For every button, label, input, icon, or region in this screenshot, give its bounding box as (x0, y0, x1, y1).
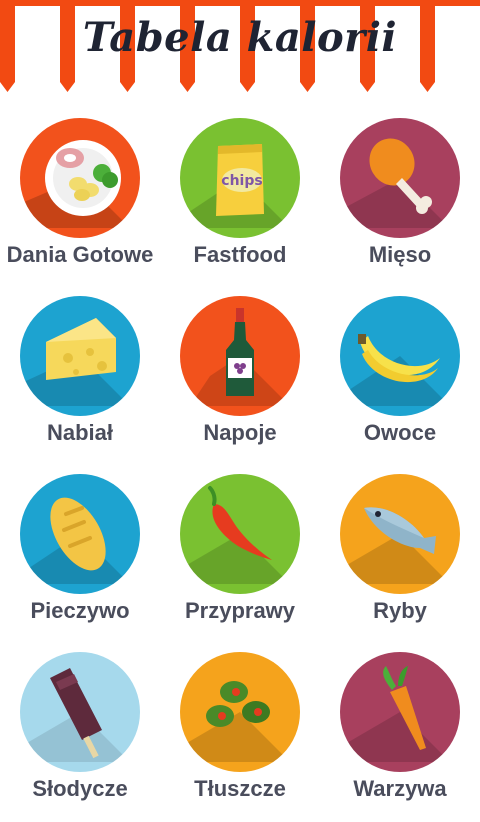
category-tile-owoce[interactable]: Owoce (320, 288, 480, 466)
category-tile-napoje[interactable]: Napoje (160, 288, 320, 466)
category-tile-przyprawy[interactable]: Przyprawy (160, 466, 320, 644)
carrot-icon (340, 666, 450, 762)
app-title: Tabela kalorii (82, 14, 398, 61)
category-circle (180, 474, 300, 594)
category-label: Fastfood (193, 242, 287, 267)
category-tile-tluszcze[interactable]: Tłuszcze (160, 644, 320, 822)
banana-icon (340, 334, 450, 406)
category-tile-slodycze[interactable]: Słodycze (0, 644, 160, 822)
plate-icon (20, 140, 130, 228)
cheese-icon (20, 318, 130, 406)
category-tile-warzywa[interactable]: Warzywa (320, 644, 480, 822)
category-label: Słodycze (32, 776, 128, 801)
category-circle (20, 474, 140, 594)
category-label: Owoce (363, 420, 437, 445)
category-label: Pieczywo (30, 598, 130, 623)
category-tile-fastfood[interactable]: chips Fastfood (160, 110, 320, 288)
svg-text:chips: chips (221, 173, 262, 189)
category-label: Mięso (368, 242, 432, 267)
drumstick-icon (340, 138, 450, 228)
category-tile-dania-gotowe[interactable]: Dania Gotowe (0, 110, 160, 288)
category-label: Napoje (203, 420, 277, 445)
category-tile-ryby[interactable]: Ryby (320, 466, 480, 644)
category-circle (340, 652, 460, 772)
category-label: Warzywa (353, 776, 447, 801)
category-circle: chips (180, 118, 300, 238)
fish-icon (340, 507, 450, 584)
category-label: Nabiał (46, 420, 114, 445)
header-banner: Tabela kalorii (0, 0, 480, 100)
category-tile-mieso[interactable]: Mięso (320, 110, 480, 288)
category-circle (20, 118, 140, 238)
category-tile-nabial[interactable]: Nabiał (0, 288, 160, 466)
category-label: Tłuszcze (194, 776, 286, 801)
olives-icon (180, 681, 290, 762)
category-circle (20, 652, 140, 772)
category-circle (340, 118, 460, 238)
chili-pepper-icon (180, 486, 290, 584)
ice-pop-icon (20, 668, 130, 762)
wine-bottle-icon (190, 308, 290, 406)
category-label: Ryby (373, 598, 427, 623)
category-circle (340, 296, 460, 416)
bread-icon (20, 497, 130, 584)
category-label: Przyprawy (184, 598, 296, 623)
category-circle (340, 474, 460, 594)
category-circle (180, 296, 300, 416)
category-circle (20, 296, 140, 416)
category-label: Dania Gotowe (6, 242, 154, 267)
category-tile-pieczywo[interactable]: Pieczywo (0, 466, 160, 644)
chips-icon: chips (180, 144, 290, 228)
category-circle (180, 652, 300, 772)
